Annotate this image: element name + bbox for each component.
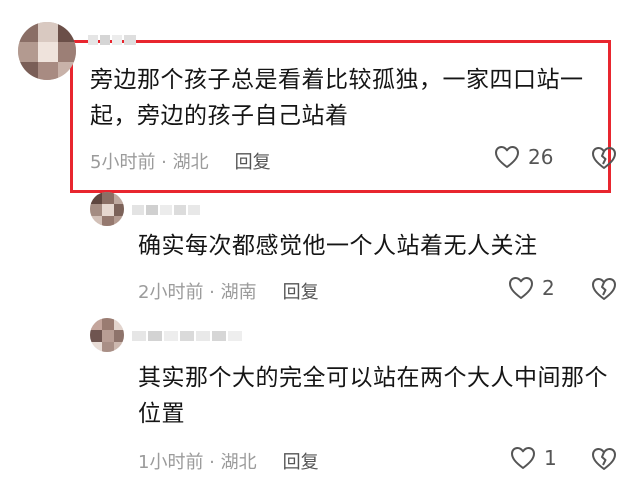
comment-meta: 2小时前 · 湖南 回复 — [138, 278, 319, 304]
comment-3: 其实那个大的完全可以站在两个大人中间那个位置 1小时前 · 湖北 回复 1 — [0, 316, 640, 500]
comment-time: 5小时前 — [90, 152, 156, 173]
broken-heart-icon[interactable] — [591, 447, 617, 471]
comment-location: 湖北 — [220, 452, 257, 473]
comment-location: 湖北 — [172, 152, 209, 173]
comment-text: 旁边那个孩子总是看着比较孤独，一家四口站一起，旁边的孩子自己站着 — [90, 67, 584, 129]
like-button[interactable]: 26 — [494, 145, 553, 169]
heart-outline-icon — [495, 146, 519, 168]
like-button[interactable]: 2 — [508, 276, 555, 300]
reply-button[interactable]: 回复 — [283, 452, 319, 473]
comment-location: 湖南 — [220, 282, 257, 303]
username-blurred[interactable] — [132, 200, 202, 215]
comment-text: 其实那个大的完全可以站在两个大人中间那个位置 — [138, 365, 608, 427]
heart-outline-icon — [509, 277, 533, 299]
comment-1: 旁边那个孩子总是看着比较孤独，一家四口站一起，旁边的孩子自己站着 5小时前 · … — [0, 0, 640, 200]
like-count: 1 — [544, 446, 557, 470]
comment-meta: 5小时前 · 湖北 回复 — [90, 148, 271, 174]
meta-separator: · — [155, 152, 173, 173]
avatar[interactable] — [18, 22, 76, 80]
like-count: 26 — [528, 145, 554, 169]
username-blurred[interactable] — [132, 326, 244, 341]
reply-button[interactable]: 回复 — [235, 152, 271, 173]
meta-separator: · — [203, 282, 221, 303]
comment-meta: 1小时前 · 湖北 回复 — [138, 448, 319, 474]
like-count: 2 — [542, 276, 555, 300]
meta-separator: · — [203, 452, 221, 473]
comment-time: 2小时前 — [138, 282, 204, 303]
reply-button[interactable]: 回复 — [283, 282, 319, 303]
username-blurred[interactable] — [88, 30, 138, 45]
comment-text: 确实每次都感觉他一个人站着无人关注 — [138, 233, 538, 259]
broken-heart-icon[interactable] — [591, 277, 617, 301]
heart-outline-icon — [511, 447, 535, 469]
comment-2: 确实每次都感觉他一个人站着无人关注 2小时前 · 湖南 回复 2 — [0, 190, 640, 310]
broken-heart-icon[interactable] — [591, 146, 617, 170]
like-button[interactable]: 1 — [510, 446, 557, 470]
comment-time: 1小时前 — [138, 452, 204, 473]
avatar[interactable] — [90, 192, 124, 226]
avatar[interactable] — [90, 318, 124, 352]
